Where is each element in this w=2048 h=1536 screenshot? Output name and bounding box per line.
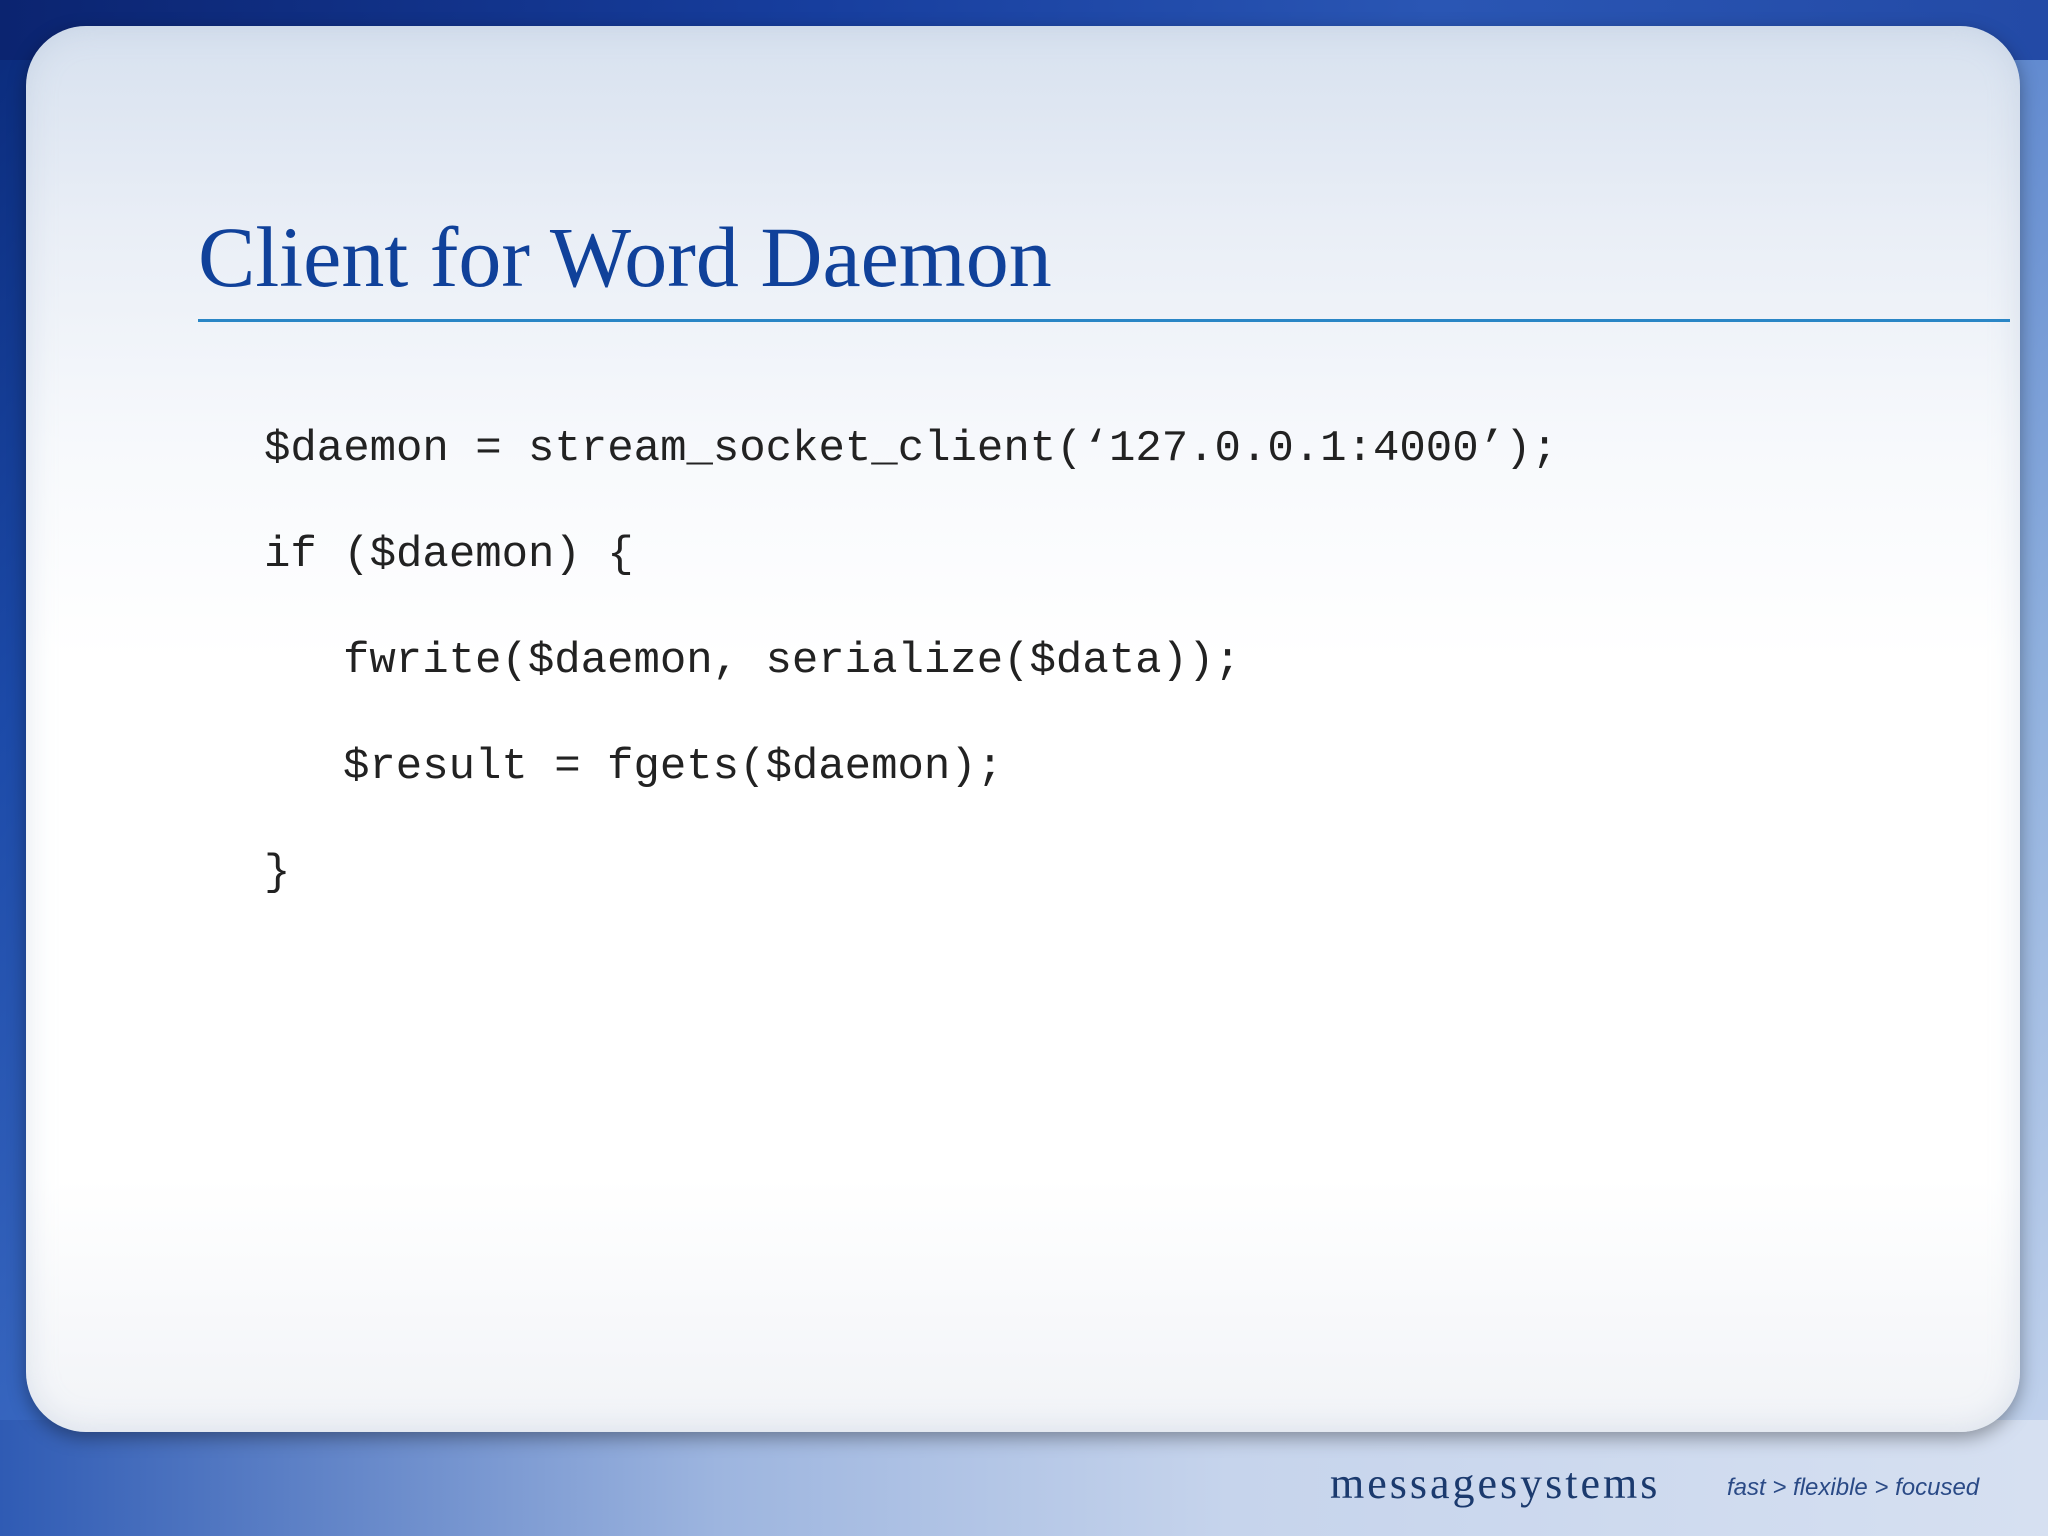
code-line: $result = fgets($daemon); xyxy=(343,742,1004,792)
slide-panel: Client for Word Daemon $daemon = stream_… xyxy=(26,26,2020,1432)
code-line: } xyxy=(264,848,291,898)
slide-title: Client for Word Daemon xyxy=(198,209,1052,305)
company-logo: messagesystems xyxy=(1330,1459,1661,1508)
company-tagline: fast > flexible > focused xyxy=(1727,1474,1980,1501)
code-line: fwrite($daemon, serialize($data)); xyxy=(343,636,1241,686)
code-line: $daemon = stream_socket_client(‘127.0.0.… xyxy=(264,424,1558,474)
code-line: if ($daemon) { xyxy=(264,530,634,580)
code-block: $daemon = stream_socket_client(‘127.0.0.… xyxy=(264,396,1558,926)
title-divider xyxy=(198,319,2010,322)
